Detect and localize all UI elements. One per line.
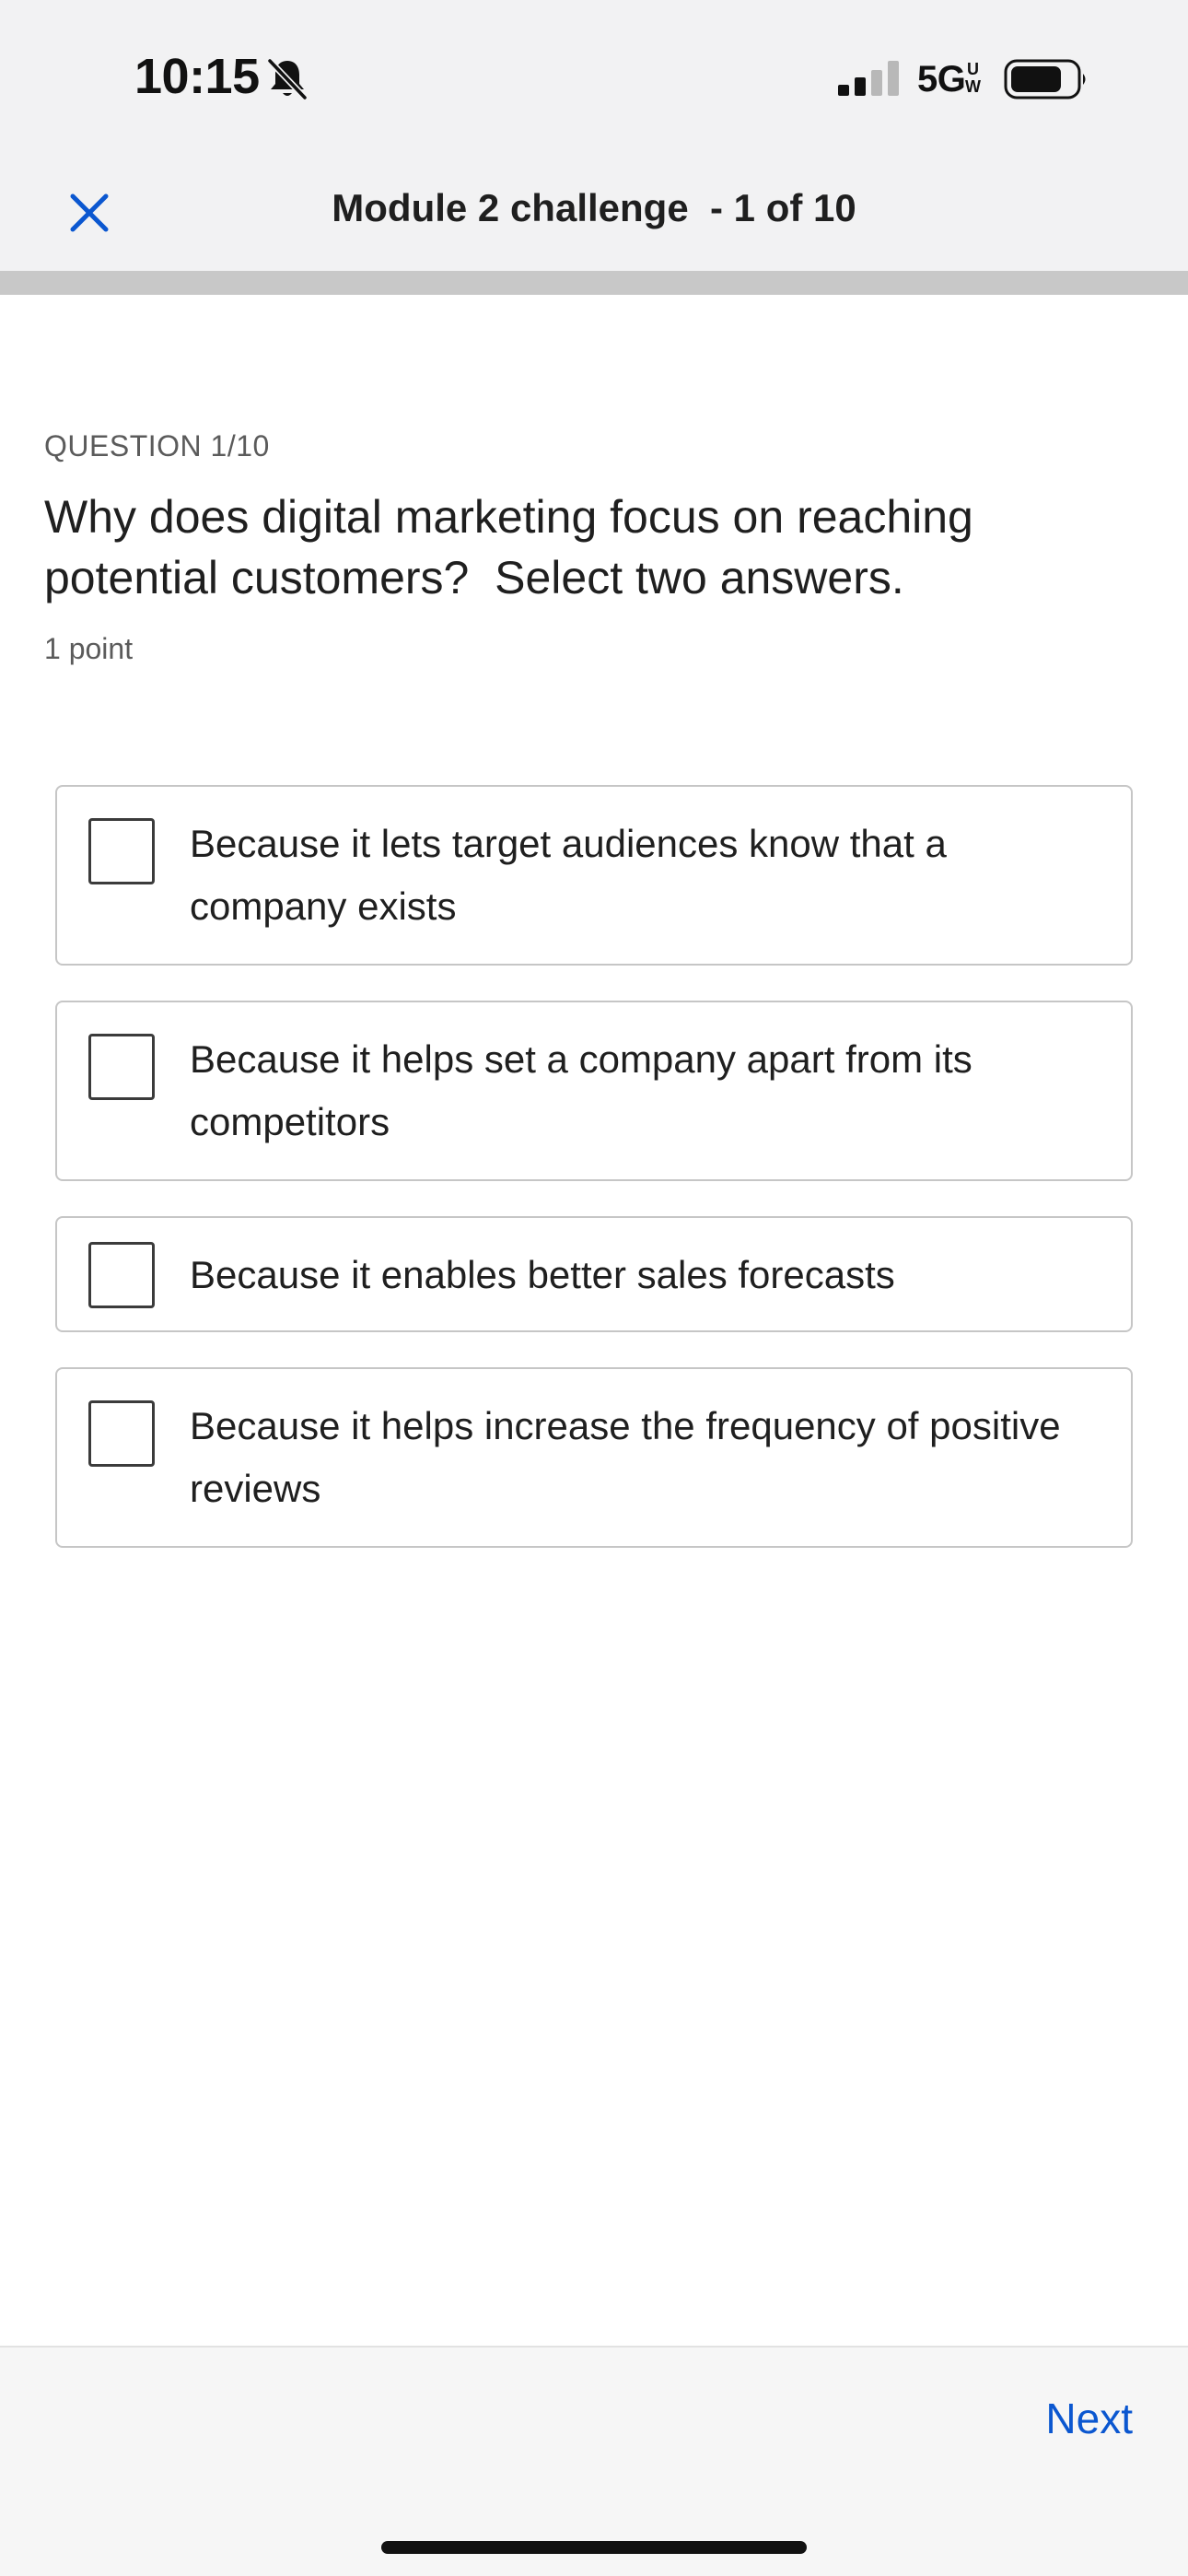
next-button[interactable]: Next — [1045, 2394, 1133, 2443]
home-indicator — [381, 2541, 807, 2554]
question-number: QUESTION 1/10 — [44, 429, 270, 463]
network-superscript: U W — [965, 60, 981, 96]
question-text: Why does digital marketing focus on reac… — [44, 491, 986, 603]
page-title: Module 2 challenge - 1 of 10 — [332, 186, 856, 229]
answer-option-label: Because it helps increase the frequency … — [190, 1404, 1061, 1510]
checkbox[interactable] — [88, 1400, 155, 1467]
question-points: 1 point — [44, 632, 134, 665]
app-screen: 10:15 5G U W Module 2 challenge - 1 of 1… — [0, 0, 1188, 2576]
answer-option-2[interactable]: Because it helps set a company apart fro… — [55, 1001, 1133, 1181]
checkbox[interactable] — [88, 818, 155, 884]
answer-option-label: Because it helps set a company apart fro… — [190, 1037, 973, 1143]
battery-icon — [1004, 59, 1086, 100]
top-region: 10:15 5G U W Module 2 challenge - 1 of 1… — [0, 0, 1188, 271]
answer-option-4[interactable]: Because it helps increase the frequency … — [55, 1367, 1133, 1548]
network-label: 5G — [917, 59, 966, 100]
bell-off-icon — [267, 58, 308, 100]
answer-option-label: Because it enables better sales forecast… — [190, 1253, 895, 1296]
progress-bar — [0, 271, 1188, 295]
answer-option-1[interactable]: Because it lets target audiences know th… — [55, 785, 1133, 966]
checkbox[interactable] — [88, 1242, 155, 1308]
checkbox[interactable] — [88, 1034, 155, 1100]
answer-option-3[interactable]: Because it enables better sales forecast… — [55, 1216, 1133, 1332]
signal-icon — [838, 61, 899, 96]
status-time: 10:15 — [134, 49, 260, 104]
answer-option-label: Because it lets target audiences know th… — [190, 822, 947, 928]
